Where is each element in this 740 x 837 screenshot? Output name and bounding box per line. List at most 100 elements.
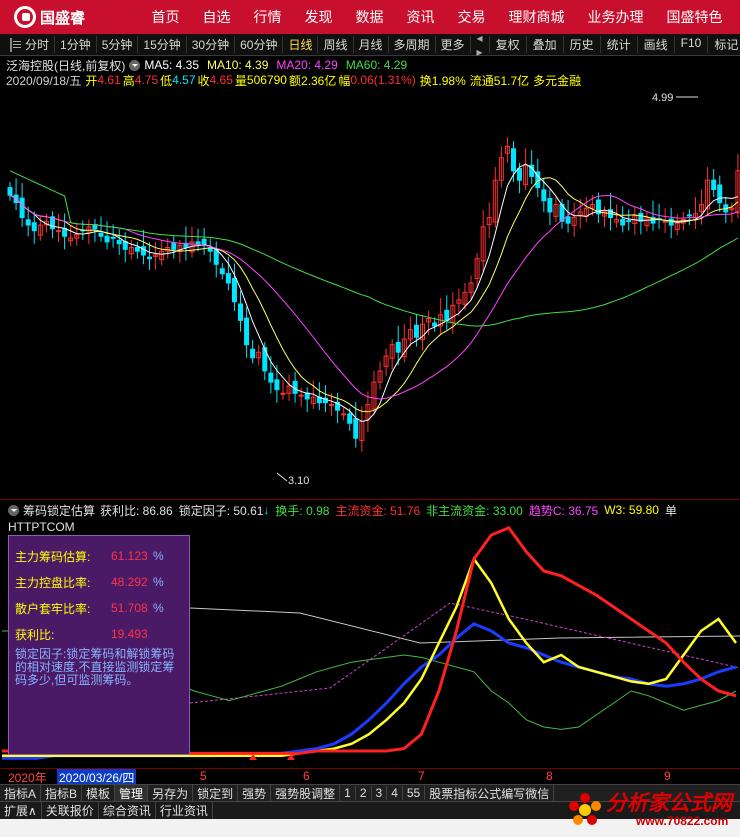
candle-body — [341, 413, 347, 416]
low-label: 低 — [160, 73, 173, 88]
tab-industry-news[interactable]: 行业资讯 — [156, 802, 213, 819]
nav-item-business[interactable]: 业务办理 — [588, 7, 644, 27]
app-logo[interactable]: 国盛睿 — [0, 6, 140, 28]
nav-items: 首页 自选 行情 发现 数据 资讯 交易 理财商城 业务办理 国盛特色 — [140, 7, 740, 27]
period-tab-30min[interactable]: 30分钟 — [187, 36, 236, 53]
info-row-main-control: 主力控盘比率: 48.292 % — [15, 569, 183, 595]
tab-1[interactable]: 1 — [340, 786, 356, 800]
candle-body — [238, 303, 244, 321]
nav-item-watchlist[interactable]: 自选 — [203, 7, 231, 27]
candle-body — [353, 418, 359, 439]
tab-expand[interactable]: 扩展∧ — [0, 802, 42, 819]
tab-manage[interactable]: 管理 — [115, 784, 149, 802]
candle-body — [626, 220, 632, 223]
indicator-w3: W3: 59.80 — [604, 503, 659, 517]
tab-related-quotes[interactable]: 关联报价 — [42, 802, 99, 819]
indicator-trend: 趋势C: 36.75 — [528, 503, 599, 518]
info-value: 51.708 — [111, 601, 148, 615]
indicator-more: 单 — [664, 503, 677, 518]
candle-body — [231, 278, 237, 303]
candle-body — [547, 197, 553, 213]
period-tab-15min[interactable]: 15分钟 — [138, 36, 187, 53]
tab-4[interactable]: 4 — [387, 786, 403, 800]
tab-template[interactable]: 模板 — [82, 784, 116, 802]
nav-item-wealth-mall[interactable]: 理财商城 — [509, 7, 565, 27]
tool-history-button[interactable]: 历史 — [562, 36, 600, 53]
period-tab-daily[interactable]: 日线 — [283, 36, 319, 53]
indicator-dropdown-icon[interactable] — [8, 504, 19, 516]
nav-item-news[interactable]: 资讯 — [407, 7, 435, 27]
amt-label: 额 — [288, 73, 301, 88]
period-tab-60min[interactable]: 60分钟 — [235, 36, 284, 53]
period-toolbar: 分时 1分钟 5分钟 15分钟 30分钟 60分钟 日线 周线 月线 多周期 更… — [0, 31, 740, 59]
chg-value: 0.06(1.31%) — [350, 73, 416, 87]
period-tab-5min[interactable]: 5分钟 — [97, 36, 139, 53]
sector-value: 多元金融 — [533, 73, 582, 88]
info-label: 散户套牢比率: — [15, 601, 91, 616]
candle-body — [171, 242, 177, 250]
tool-overlay-button[interactable]: 叠加 — [525, 36, 563, 53]
tool-adjust-button[interactable]: 复权 — [488, 36, 526, 53]
tab-indicator-a[interactable]: 指标A — [0, 784, 42, 802]
info-row-retail-trapped: 散户套牢比率: 51.708 % — [15, 595, 183, 621]
period-tab-multi[interactable]: 多周期 — [389, 36, 436, 53]
tab-strong[interactable]: 强势 — [238, 784, 272, 802]
candle-body — [31, 222, 37, 232]
nav-item-features[interactable]: 国盛特色 — [667, 7, 723, 27]
scroll-arrows-icon[interactable]: ◂ ▸ — [471, 31, 489, 59]
logo-icon — [14, 6, 36, 28]
tab-lock-to[interactable]: 锁定到 — [193, 784, 239, 802]
nav-item-home[interactable]: 首页 — [152, 7, 180, 27]
candle-body — [413, 324, 419, 338]
tab-strong-adjust[interactable]: 强势股调整 — [271, 784, 341, 802]
candle-body — [662, 220, 668, 223]
ma10-label: MA10: 4.39 — [207, 58, 269, 72]
nav-item-quotes[interactable]: 行情 — [254, 7, 282, 27]
nav-item-data[interactable]: 数据 — [356, 7, 384, 27]
month-label: 9 — [664, 769, 671, 783]
tool-f10-button[interactable]: F10 — [673, 36, 708, 53]
indicator-nonmain-fund: 非主流资金: 33.00 — [426, 503, 523, 518]
indicator-turnover: 换手: 0.98 — [275, 503, 330, 518]
watermark-title: 分析家公式网 — [606, 792, 732, 815]
tab-save-as[interactable]: 另存为 — [148, 784, 194, 802]
candle-body — [280, 392, 286, 395]
trend-dashed-line — [189, 602, 740, 704]
high-label: 高 — [122, 73, 135, 88]
period-tab-weekly[interactable]: 周线 — [318, 36, 354, 53]
tab-3[interactable]: 3 — [372, 786, 388, 800]
tab-formula-wechat[interactable]: 股票指标公式编写微信 — [425, 784, 555, 802]
indicator-header: 筹码锁定估算 获利比: 86.86 锁定因子: 50.61 ↓ 换手: 0.98… — [0, 502, 740, 518]
candle-body — [711, 179, 717, 191]
period-tab-1min[interactable]: 1分钟 — [55, 36, 97, 53]
nav-item-discover[interactable]: 发现 — [305, 7, 333, 27]
ma-dropdown-icon[interactable] — [129, 59, 141, 71]
menu-icon[interactable] — [10, 37, 21, 52]
candle-body — [565, 216, 571, 224]
candle-body — [195, 241, 201, 245]
candlestick-chart[interactable]: 4.993.10$财榜 — [0, 88, 740, 488]
tab-2[interactable]: 2 — [356, 786, 372, 800]
tab-indicator-b[interactable]: 指标B — [41, 784, 83, 802]
tab-general-news[interactable]: 综合资讯 — [99, 802, 156, 819]
period-tab-intraday[interactable]: 分时 — [20, 36, 56, 53]
period-tab-monthly[interactable]: 月线 — [354, 36, 389, 53]
ma60-label: MA60: 4.29 — [345, 58, 408, 72]
nav-item-trade[interactable]: 交易 — [458, 7, 486, 27]
month-label: 5 — [200, 769, 207, 783]
candle-body — [274, 379, 280, 391]
candle-body — [56, 230, 62, 233]
period-tab-more[interactable]: 更多 — [436, 36, 471, 53]
tool-stats-button[interactable]: 统计 — [599, 36, 637, 53]
tab-55[interactable]: 55 — [403, 786, 426, 800]
tool-draw-button[interactable]: 画线 — [636, 36, 674, 53]
quote-info: 2020/09/18/五 开 4.61 高 4.75 低 4.57 收 4.65 量 50… — [0, 72, 740, 88]
tool-mark-button[interactable]: 标记 — [707, 36, 740, 53]
info-row-main-chip: 主力筹码估算: 61.123 % — [15, 543, 183, 569]
open-value: 4.61 — [97, 73, 121, 87]
close-label: 收 — [197, 73, 210, 88]
info-value: 48.292 — [111, 575, 148, 589]
quote-date: 2020/09/18/五 — [6, 73, 82, 88]
open-label: 开 — [85, 73, 98, 88]
info-value: 19.493 — [111, 627, 148, 641]
